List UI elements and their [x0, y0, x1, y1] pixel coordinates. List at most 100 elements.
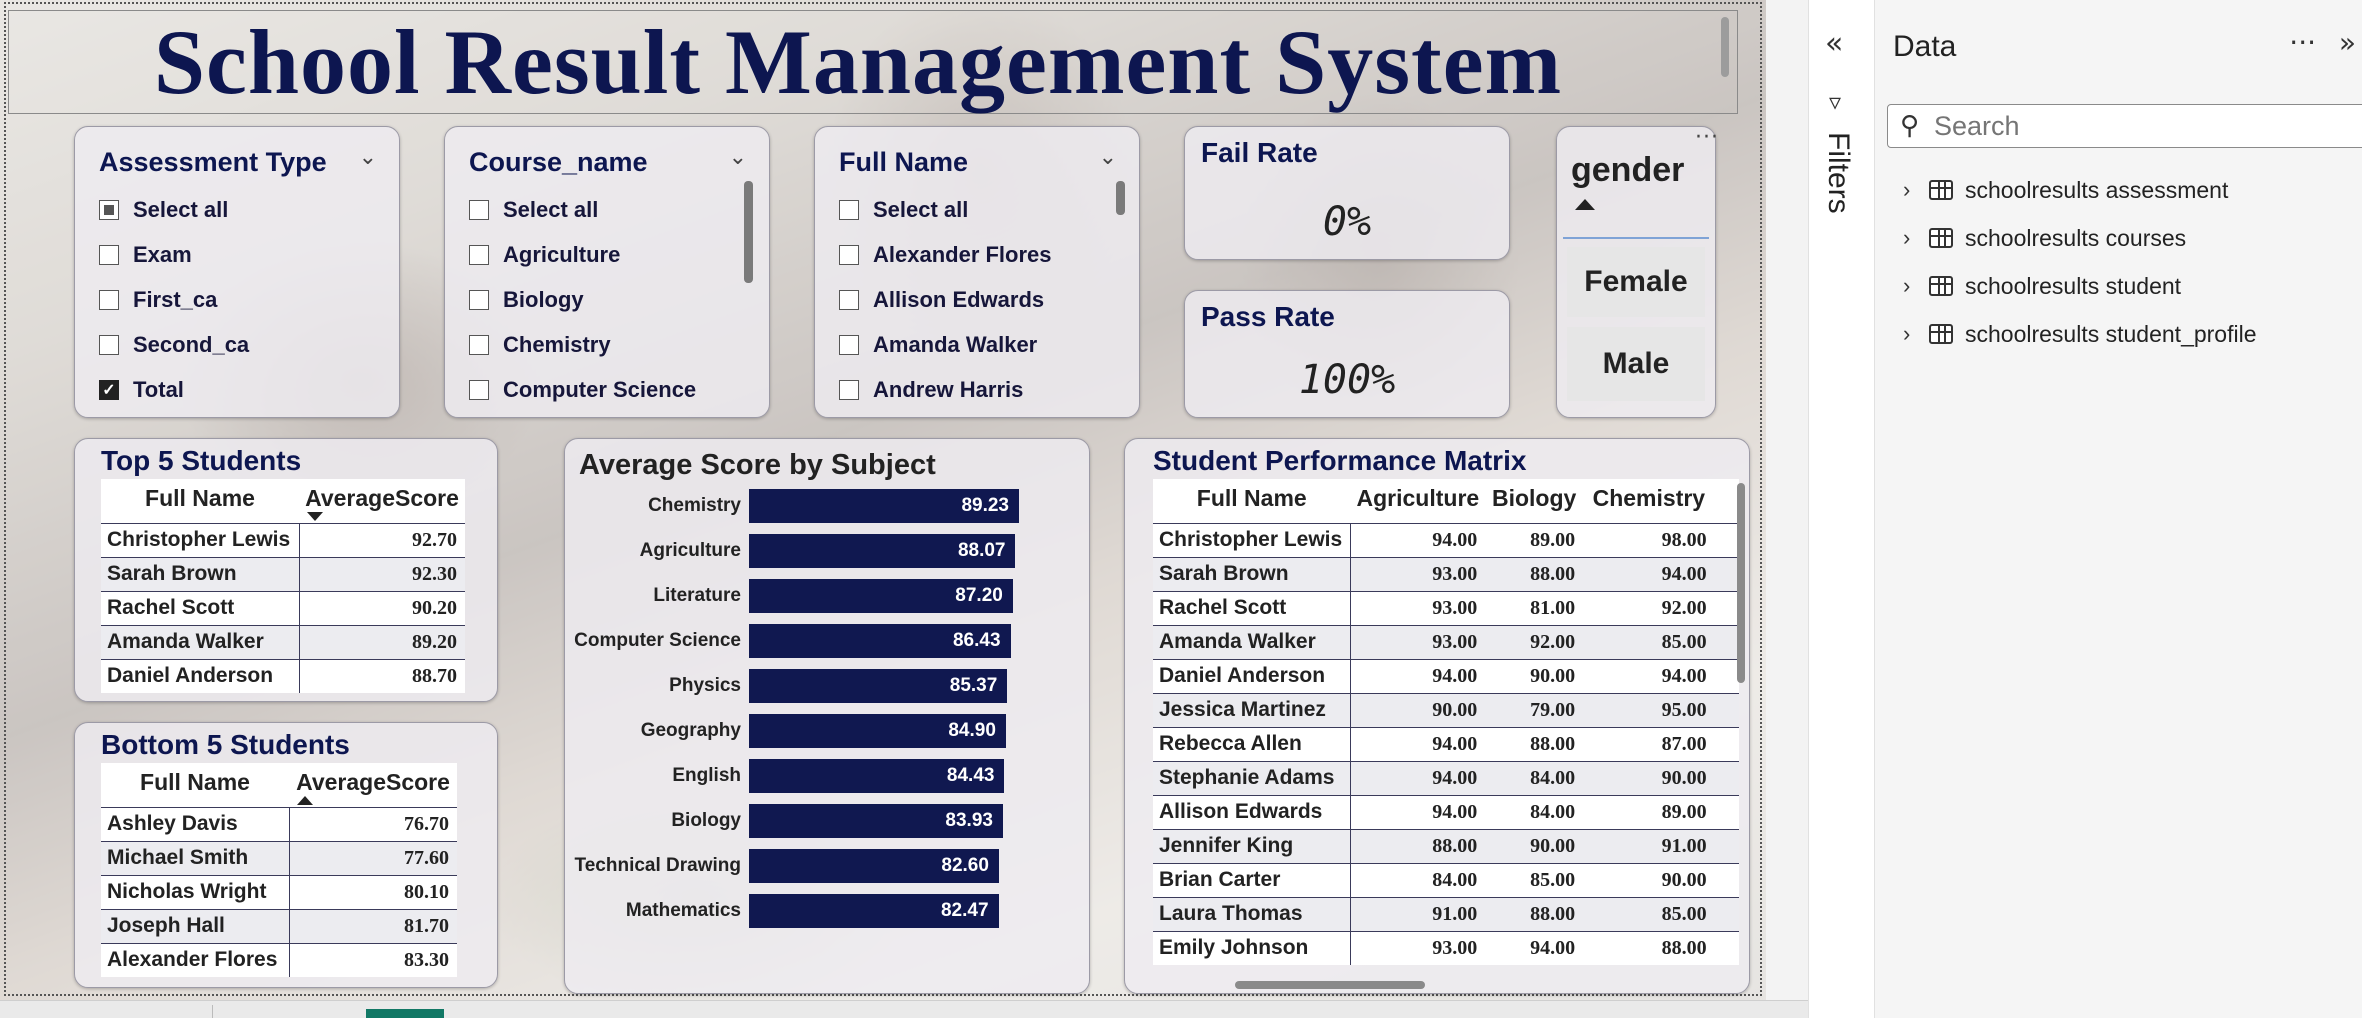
- slicer-item[interactable]: Agriculture: [469, 232, 739, 277]
- table-row[interactable]: Laura Thomas 91.00 88.00 85.00: [1153, 896, 1739, 931]
- slicer-item[interactable]: Exam: [99, 232, 369, 277]
- field-table-item[interactable]: › schoolresults assessment: [1903, 170, 2228, 210]
- column-header[interactable]: AverageScore: [299, 479, 465, 523]
- slicer-item[interactable]: Biology: [469, 277, 739, 322]
- full-name-slicer[interactable]: Full Name ⌄ Select all Alexander Flores Al…: [814, 126, 1140, 418]
- horizontal-scrollbar[interactable]: [1235, 981, 1425, 989]
- table-row[interactable]: Nicholas Wright 80.10: [101, 874, 457, 909]
- checkbox[interactable]: [839, 289, 859, 310]
- checkbox[interactable]: ✓: [99, 379, 119, 400]
- column-header[interactable]: Agriculture: [1351, 479, 1486, 523]
- table-row[interactable]: Daniel Anderson 88.70: [101, 658, 465, 693]
- filters-label[interactable]: Filters: [1821, 132, 1855, 214]
- table-row[interactable]: Stephanie Adams 94.00 84.00 90.00: [1153, 760, 1739, 795]
- chevron-down-icon[interactable]: ⌄: [729, 145, 747, 170]
- slicer-scrollbar[interactable]: [1116, 181, 1125, 215]
- column-header[interactable]: Chemistry: [1583, 479, 1715, 523]
- field-table-item[interactable]: › schoolresults courses: [1903, 218, 2186, 258]
- slicer-item[interactable]: Computer Science: [469, 367, 739, 412]
- bar[interactable]: 83.93: [749, 804, 1003, 838]
- checkbox[interactable]: [469, 379, 489, 400]
- slicer-item[interactable]: Select all: [469, 187, 739, 232]
- gender-option-male[interactable]: Male: [1567, 327, 1705, 401]
- checkbox[interactable]: [839, 244, 859, 265]
- more-options-icon[interactable]: ···: [2289, 26, 2316, 59]
- column-header[interactable]: AverageScore: [289, 763, 457, 807]
- slicer-item[interactable]: Allison Edwards: [839, 277, 1109, 322]
- table-row[interactable]: Rebecca Allen 94.00 88.00 87.00: [1153, 726, 1739, 761]
- table-row[interactable]: Daniel Anderson 94.00 90.00 94.00: [1153, 658, 1739, 693]
- active-page-tab[interactable]: [366, 1009, 444, 1018]
- table-row[interactable]: Christopher Lewis 94.00 89.00 98.00: [1153, 522, 1739, 557]
- slicer-item[interactable]: Chemistry: [469, 322, 739, 367]
- course-name-slicer[interactable]: Course_name ⌄ Select all Agriculture Biolo…: [444, 126, 770, 418]
- sort-ascending-icon[interactable]: [1575, 199, 1595, 210]
- table-row[interactable]: Rachel Scott 90.20: [101, 590, 465, 625]
- pass-rate-card[interactable]: Pass Rate 100%: [1184, 290, 1510, 418]
- checkbox[interactable]: [99, 289, 119, 310]
- checkbox[interactable]: [99, 244, 119, 265]
- checkbox[interactable]: [839, 379, 859, 400]
- slicer-item[interactable]: Alexander Flores: [839, 232, 1109, 277]
- chevron-down-icon[interactable]: ⌄: [1099, 145, 1117, 170]
- table-row[interactable]: Jennifer King 88.00 90.00 91.00: [1153, 828, 1739, 863]
- table-row[interactable]: Joseph Hall 81.70: [101, 908, 457, 943]
- bar[interactable]: 86.43: [749, 624, 1011, 658]
- table-row[interactable]: Jessica Martinez 90.00 79.00 95.00: [1153, 692, 1739, 727]
- bottom5-students-table[interactable]: Bottom 5 Students Full Name AverageScore…: [74, 722, 498, 988]
- bar[interactable]: 84.90: [749, 714, 1006, 748]
- top5-students-table[interactable]: Top 5 Students Full Name AverageScore Ch…: [74, 438, 498, 702]
- table-row[interactable]: Alexander Flores 83.30: [101, 942, 457, 977]
- chevron-right-icon[interactable]: ›: [1903, 177, 1929, 203]
- checkbox[interactable]: [839, 199, 859, 220]
- slicer-item[interactable]: Second_ca: [99, 322, 369, 367]
- slicer-item[interactable]: Andrew Harris: [839, 367, 1109, 412]
- filters-pane-collapsed[interactable]: « ▿ Filters: [1808, 0, 1874, 1018]
- checkbox[interactable]: [469, 244, 489, 265]
- table-row[interactable]: Christopher Lewis 92.70: [101, 522, 465, 557]
- gender-option-female[interactable]: Female: [1567, 247, 1705, 317]
- chevron-right-icon[interactable]: ›: [1903, 273, 1929, 299]
- table-row[interactable]: Sarah Brown 93.00 88.00 94.00: [1153, 556, 1739, 591]
- table-row[interactable]: Michael Smith 77.60: [101, 840, 457, 875]
- column-header[interactable]: Full Name: [1153, 479, 1351, 523]
- table-row[interactable]: Sarah Brown 92.30: [101, 556, 465, 591]
- search-input[interactable]: [1934, 110, 2334, 142]
- checkbox[interactable]: [99, 199, 119, 220]
- table-row[interactable]: Rachel Scott 93.00 81.00 92.00: [1153, 590, 1739, 625]
- chevron-down-icon[interactable]: ⌄: [359, 145, 377, 170]
- column-header[interactable]: Full Name: [101, 479, 299, 523]
- slicer-item[interactable]: ✓ Total: [99, 367, 369, 412]
- field-table-item[interactable]: › schoolresults student: [1903, 266, 2181, 306]
- vertical-scrollbar[interactable]: [1737, 483, 1745, 683]
- checkbox[interactable]: [469, 289, 489, 310]
- gender-slicer[interactable]: ··· gender Female Male: [1556, 125, 1719, 418]
- bar[interactable]: 84.43: [749, 759, 1005, 793]
- search-box[interactable]: ⚲: [1887, 104, 2362, 148]
- table-row[interactable]: Brian Carter 84.00 85.00 90.00: [1153, 862, 1739, 897]
- field-table-item[interactable]: › schoolresults student_profile: [1903, 314, 2257, 354]
- expand-chevrons-icon[interactable]: «: [1825, 26, 1843, 61]
- more-options-icon[interactable]: ···: [1695, 125, 1719, 150]
- bar[interactable]: 88.07: [749, 534, 1016, 568]
- average-score-by-subject-chart[interactable]: Average Score by Subject Chemistry 89.23 A…: [564, 438, 1090, 994]
- chevron-right-icon[interactable]: ›: [1903, 225, 1929, 251]
- assessment-type-slicer[interactable]: Assessment Type ⌄ Select all Exam First_ca…: [74, 126, 400, 418]
- slicer-scrollbar[interactable]: [744, 181, 753, 283]
- bar[interactable]: 87.20: [749, 579, 1013, 613]
- collapse-pane-icon[interactable]: »: [2339, 26, 2356, 59]
- fail-rate-card[interactable]: Fail Rate 0%: [1184, 126, 1510, 260]
- slicer-item[interactable]: First_ca: [99, 277, 369, 322]
- bar[interactable]: 82.47: [749, 894, 999, 928]
- table-row[interactable]: Amanda Walker 93.00 92.00 85.00: [1153, 624, 1739, 659]
- table-row[interactable]: Amanda Walker 89.20: [101, 624, 465, 659]
- table-row[interactable]: Ashley Davis 76.70: [101, 806, 457, 841]
- student-performance-matrix[interactable]: Student Performance Matrix Full Name Agr…: [1124, 438, 1750, 994]
- chevron-right-icon[interactable]: ›: [1903, 321, 1929, 347]
- checkbox[interactable]: [99, 334, 119, 355]
- checkbox[interactable]: [469, 334, 489, 355]
- bar[interactable]: 89.23: [749, 489, 1019, 523]
- table-row[interactable]: Allison Edwards 94.00 84.00 89.00: [1153, 794, 1739, 829]
- bar[interactable]: 85.37: [749, 669, 1008, 703]
- slicer-item[interactable]: Amanda Walker: [839, 322, 1109, 367]
